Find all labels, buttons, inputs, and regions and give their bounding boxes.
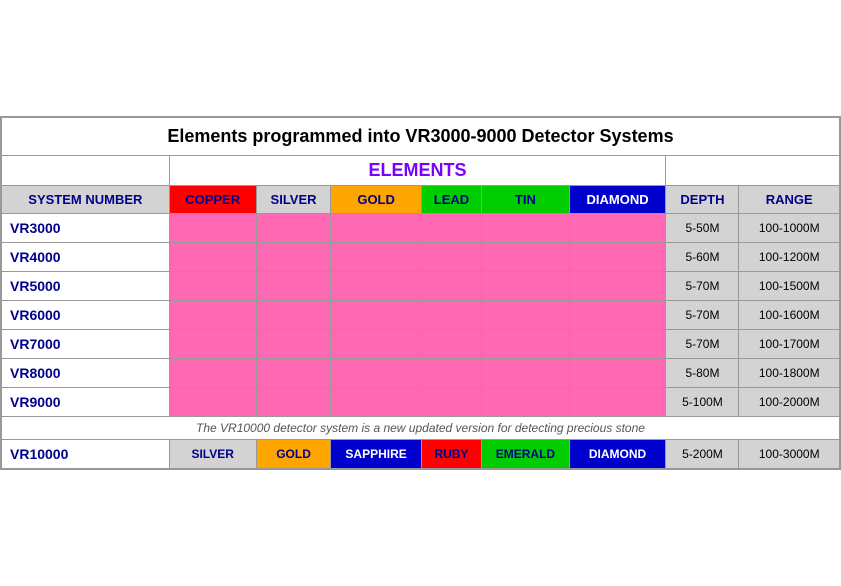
data-cell	[331, 214, 421, 243]
vr10000-sapphire: SAPPHIRE	[331, 440, 421, 470]
system-name: VR3000	[1, 214, 169, 243]
data-cell	[482, 330, 570, 359]
data-cell	[421, 359, 481, 388]
system-name: VR8000	[1, 359, 169, 388]
data-cell	[331, 243, 421, 272]
system-number-spacer	[1, 156, 169, 186]
data-cell	[169, 330, 256, 359]
main-title: Elements programmed into VR3000-9000 Det…	[1, 117, 840, 156]
data-cell	[256, 330, 331, 359]
depth-value: 5-50M	[666, 214, 739, 243]
vr10000-range: 100-3000M	[739, 440, 840, 470]
data-cell	[482, 214, 570, 243]
range-value: 100-1700M	[739, 330, 840, 359]
data-cell	[482, 243, 570, 272]
data-cell	[331, 330, 421, 359]
data-cell	[569, 214, 666, 243]
vr10000-gold: GOLD	[256, 440, 331, 470]
data-cell	[482, 388, 570, 417]
data-cell	[331, 359, 421, 388]
data-cell	[482, 272, 570, 301]
table-row: VR4000 5-60M 100-1200M	[1, 243, 840, 272]
data-cell	[256, 359, 331, 388]
note-row: The VR10000 detector system is a new upd…	[1, 417, 840, 440]
data-cell	[569, 243, 666, 272]
data-cell	[421, 272, 481, 301]
depth-value: 5-70M	[666, 301, 739, 330]
data-cell	[256, 301, 331, 330]
vr10000-row: VR10000 SILVER GOLD SAPPHIRE RUBY EMERAL…	[1, 440, 840, 470]
data-cell	[331, 301, 421, 330]
depth-value: 5-60M	[666, 243, 739, 272]
table-row: VR3000 5-50M 100-1000M	[1, 214, 840, 243]
data-cell	[331, 272, 421, 301]
data-cell	[169, 243, 256, 272]
data-cell	[569, 359, 666, 388]
system-name: VR9000	[1, 388, 169, 417]
col-tin: TIN	[482, 186, 570, 214]
range-value: 100-1000M	[739, 214, 840, 243]
table-row: VR7000 5-70M 100-1700M	[1, 330, 840, 359]
depth-value: 5-70M	[666, 272, 739, 301]
system-name: VR5000	[1, 272, 169, 301]
system-name: VR6000	[1, 301, 169, 330]
data-cell	[421, 388, 481, 417]
data-cell	[169, 272, 256, 301]
data-cell	[256, 388, 331, 417]
data-cell	[569, 301, 666, 330]
col-silver: SILVER	[256, 186, 331, 214]
vr10000-system-name: VR10000	[1, 440, 169, 470]
data-cell	[169, 359, 256, 388]
vr10000-depth: 5-200M	[666, 440, 739, 470]
data-cell	[569, 388, 666, 417]
data-cell	[569, 272, 666, 301]
col-system-number: SYSTEM NUMBER	[1, 186, 169, 214]
data-cell	[256, 214, 331, 243]
system-name: VR7000	[1, 330, 169, 359]
col-diamond: DIAMOND	[569, 186, 666, 214]
depth-range-spacer	[666, 156, 840, 186]
col-lead: LEAD	[421, 186, 481, 214]
range-value: 100-1500M	[739, 272, 840, 301]
col-range: RANGE	[739, 186, 840, 214]
vr10000-silver: SILVER	[169, 440, 256, 470]
data-cell	[169, 214, 256, 243]
elements-header: ELEMENTS	[169, 156, 666, 186]
data-cell	[331, 388, 421, 417]
col-gold: GOLD	[331, 186, 421, 214]
table-row: VR6000 5-70M 100-1600M	[1, 301, 840, 330]
vr10000-ruby: RUBY	[421, 440, 481, 470]
data-cell	[482, 359, 570, 388]
note-text: The VR10000 detector system is a new upd…	[1, 417, 840, 440]
vr10000-emerald: EMERALD	[482, 440, 570, 470]
data-cell	[256, 243, 331, 272]
col-copper: COPPER	[169, 186, 256, 214]
table-row: VR5000 5-70M 100-1500M	[1, 272, 840, 301]
data-cell	[569, 330, 666, 359]
data-cell	[169, 301, 256, 330]
table-row: VR8000 5-80M 100-1800M	[1, 359, 840, 388]
depth-value: 5-80M	[666, 359, 739, 388]
col-depth: DEPTH	[666, 186, 739, 214]
vr10000-diamond: DIAMOND	[569, 440, 666, 470]
data-cell	[421, 330, 481, 359]
data-cell	[256, 272, 331, 301]
data-cell	[482, 301, 570, 330]
range-value: 100-1200M	[739, 243, 840, 272]
system-name: VR4000	[1, 243, 169, 272]
table-row: VR9000 5-100M 100-2000M	[1, 388, 840, 417]
data-cell	[421, 301, 481, 330]
range-value: 100-1600M	[739, 301, 840, 330]
range-value: 100-1800M	[739, 359, 840, 388]
range-value: 100-2000M	[739, 388, 840, 417]
data-cell	[421, 243, 481, 272]
main-table: Elements programmed into VR3000-9000 Det…	[0, 116, 841, 470]
depth-value: 5-70M	[666, 330, 739, 359]
data-cell	[421, 214, 481, 243]
data-cell	[169, 388, 256, 417]
depth-value: 5-100M	[666, 388, 739, 417]
